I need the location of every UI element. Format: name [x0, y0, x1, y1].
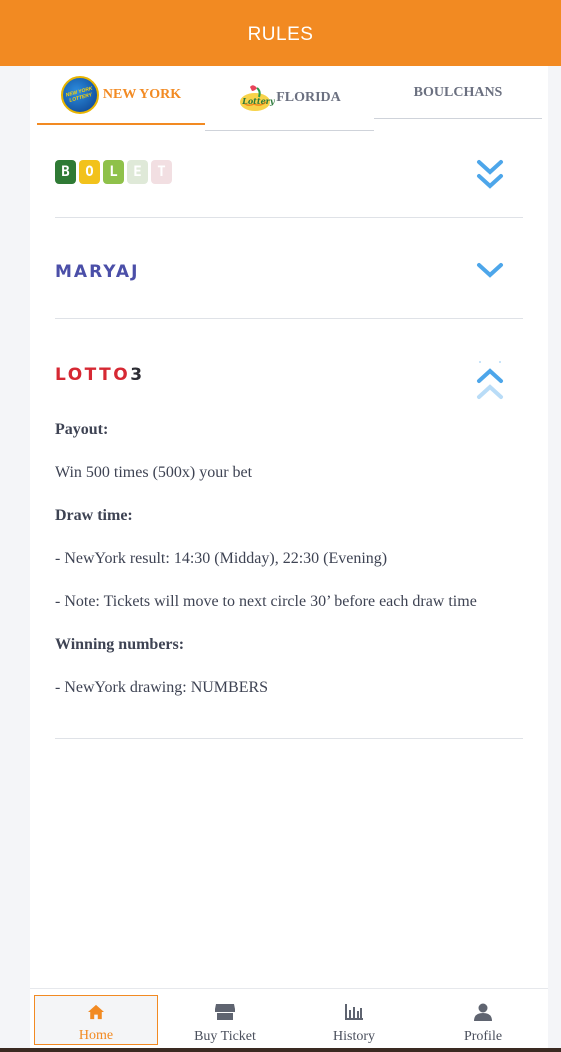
rules-content: NEW YORK LOTTERY NEW YORK Lottery FLORID…: [30, 66, 548, 988]
maryaj-expand-toggle[interactable]: [475, 260, 505, 285]
double-chevron-up-icon: [477, 361, 503, 399]
tab-florida[interactable]: Lottery FLORIDA: [205, 66, 374, 131]
draw-time-title: Draw time:: [55, 507, 133, 524]
home-icon: [88, 1004, 104, 1020]
bolet-tile: B: [55, 160, 76, 184]
lotto3-logo-number: 3: [130, 365, 145, 385]
bolet-expand-toggle[interactable]: [475, 158, 505, 197]
new-york-lottery-logo: NEW YORK LOTTERY: [60, 75, 99, 114]
nav-history-label: History: [333, 1029, 375, 1044]
winning-numbers-text: - NewYork drawing: NUMBERS: [55, 679, 269, 696]
bolet-letter: E: [133, 164, 142, 180]
double-chevron-down-icon: [477, 160, 503, 189]
system-bottom-bar: [0, 1048, 561, 1052]
bolet-tile: L: [103, 160, 124, 184]
bolet-tile: O: [79, 160, 100, 184]
chevron-down-icon: [477, 263, 503, 278]
bolet-letter: B: [61, 164, 70, 180]
tab-new-york[interactable]: NEW YORK LOTTERY NEW YORK: [37, 66, 205, 125]
lotto3-section: LOTTO3 Payout: Win 500 times (500x) your…: [55, 319, 523, 739]
bolet-section: B O L E T: [55, 132, 523, 218]
florida-lottery-logo: Lottery: [238, 83, 275, 113]
page-title: RULES: [247, 24, 314, 45]
nav-buy-ticket-label: Buy Ticket: [194, 1029, 256, 1044]
store-icon: [215, 1004, 235, 1020]
lottery-tabs: NEW YORK LOTTERY NEW YORK Lottery FLORID…: [37, 66, 542, 132]
tab-florida-label: FLORIDA: [276, 90, 341, 105]
maryaj-logo: MARYAJ: [55, 262, 140, 282]
bolet-letter: L: [109, 164, 118, 180]
lotto3-collapse-toggle[interactable]: [475, 359, 505, 408]
tab-boulchans[interactable]: BOULCHANS: [374, 66, 542, 119]
nav-home-label: Home: [78, 1028, 114, 1043]
lotto3-logo: LOTTO3: [55, 365, 145, 385]
nav-home[interactable]: Home: [34, 995, 158, 1045]
winning-numbers-title: Winning numbers:: [55, 636, 185, 653]
app-header: RULES: [0, 0, 561, 66]
bolet-letter: O: [85, 164, 94, 180]
bolet-tile: T: [151, 160, 172, 184]
bottom-navigation: Home Buy Ticket History Profile: [30, 988, 548, 1048]
nav-profile[interactable]: Profile: [419, 995, 547, 1045]
draw-note-text: - Note: Tickets will move to next circle…: [55, 593, 477, 610]
bar-chart-icon: [345, 1004, 363, 1020]
tab-new-york-label: NEW YORK: [102, 86, 182, 102]
bolet-tile: E: [127, 160, 148, 184]
maryaj-section: MARYAJ: [55, 218, 523, 319]
bolet-logo: B O L E T: [55, 160, 172, 184]
user-icon: [474, 1003, 492, 1021]
draw-result-text: - NewYork result: 14:30 (Midday), 22:30 …: [55, 550, 388, 567]
nav-profile-label: Profile: [463, 1029, 503, 1044]
florida-logo-text: Lottery: [242, 96, 275, 106]
tab-boulchans-label: BOULCHANS: [413, 85, 503, 100]
lotto3-logo-text: LOTTO: [55, 365, 131, 385]
new-york-logo-text: NEW YORK LOTTERY: [65, 85, 94, 104]
nav-history[interactable]: History: [290, 995, 418, 1045]
payout-title: Payout:: [55, 421, 109, 438]
payout-text: Win 500 times (500x) your bet: [55, 464, 253, 481]
bolet-letter: T: [157, 164, 166, 180]
nav-buy-ticket[interactable]: Buy Ticket: [161, 995, 289, 1045]
